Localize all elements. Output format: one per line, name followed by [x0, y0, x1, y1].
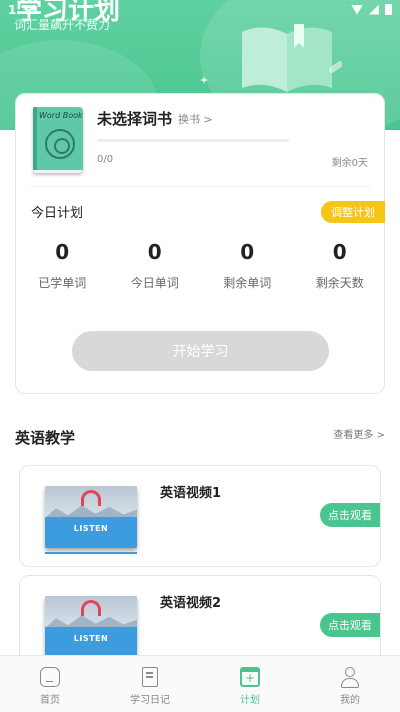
- stat-today-words: 0 今日单词: [109, 240, 202, 291]
- video-thumbnail[interactable]: LISTEN: [45, 596, 137, 658]
- stats-row: 0 已学单词 0 今日单词 0 剩余单词 0 剩余天数: [16, 240, 386, 291]
- stat-label: 已学单词: [38, 276, 87, 290]
- thumb-underline: [45, 552, 137, 554]
- book-name: 未选择词书: [97, 110, 173, 128]
- change-book-link[interactable]: 换书 >: [178, 111, 213, 127]
- stat-value: 0: [240, 240, 255, 264]
- status-icons: [351, 4, 392, 15]
- stat-value: 0: [332, 240, 347, 264]
- today-plan-label: 今日计划: [31, 206, 84, 221]
- tab-study-diary[interactable]: 学习日记: [100, 656, 200, 712]
- tab-me[interactable]: 我的: [300, 656, 400, 712]
- home-icon: [40, 667, 60, 687]
- book-spine: [33, 107, 37, 173]
- remaining-days: 剩余0天: [331, 158, 368, 169]
- plan-card: Word Book 未选择词书 换书 > 0/0 剩余0天 今日计划 调整计划 …: [15, 93, 385, 394]
- tab-plan[interactable]: 计划: [200, 656, 300, 712]
- hero-subtitle: 词汇量飙升不费力: [14, 18, 111, 32]
- watch-button[interactable]: 点击观看: [320, 613, 380, 637]
- stat-remaining-words: 0 剩余单词: [201, 240, 294, 291]
- tab-label: 学习日记: [130, 695, 170, 706]
- video-title: 英语视频2: [160, 596, 222, 611]
- thumb-text: LISTEN: [73, 634, 109, 643]
- watch-button[interactable]: 点击观看: [320, 503, 380, 527]
- video-thumbnail[interactable]: LISTEN: [45, 486, 137, 548]
- headphones-icon: [81, 490, 101, 506]
- progress-text: 0/0: [97, 154, 114, 165]
- signal-icon: [369, 4, 379, 15]
- video-card[interactable]: LISTEN 英语视频1 点击观看: [19, 465, 381, 567]
- book-pages: [33, 170, 83, 173]
- book-cover-title: Word Book: [39, 111, 83, 120]
- battery-icon: [385, 4, 392, 15]
- section-title-english-teaching: 英语教学: [15, 429, 76, 447]
- stat-value: 0: [55, 240, 70, 264]
- headphones-icon: [81, 600, 101, 616]
- stat-label: 剩余天数: [315, 276, 364, 290]
- diary-icon: [142, 667, 158, 687]
- start-learning-button[interactable]: 开始学习: [72, 331, 329, 371]
- stat-label: 剩余单词: [223, 276, 272, 290]
- tab-label: 我的: [340, 695, 360, 706]
- status-time: 1:39: [8, 3, 38, 17]
- open-book-illustration-icon: [242, 24, 342, 93]
- wifi-icon: [351, 4, 363, 15]
- stat-learned-words: 0 已学单词: [16, 240, 109, 291]
- divider: [31, 186, 371, 187]
- stat-remaining-days: 0 剩余天数: [294, 240, 387, 291]
- progress-bar: [97, 139, 289, 142]
- bottom-tab-bar: 首页 学习日记 计划 我的: [0, 655, 400, 712]
- stat-value: 0: [147, 240, 162, 264]
- target-icon: [45, 129, 75, 159]
- tab-label: 计划: [240, 695, 260, 706]
- tab-label: 首页: [40, 695, 60, 706]
- thumb-text: LISTEN: [73, 524, 109, 533]
- plan-calendar-icon: [240, 667, 260, 687]
- profile-icon: [340, 667, 360, 688]
- see-more-link[interactable]: 查看更多 >: [333, 426, 385, 441]
- tab-home[interactable]: 首页: [0, 656, 100, 712]
- adjust-plan-button[interactable]: 调整计划: [321, 201, 385, 223]
- book-cover[interactable]: Word Book: [33, 107, 83, 173]
- stat-label: 今日单词: [130, 276, 179, 290]
- video-title: 英语视频1: [160, 486, 222, 501]
